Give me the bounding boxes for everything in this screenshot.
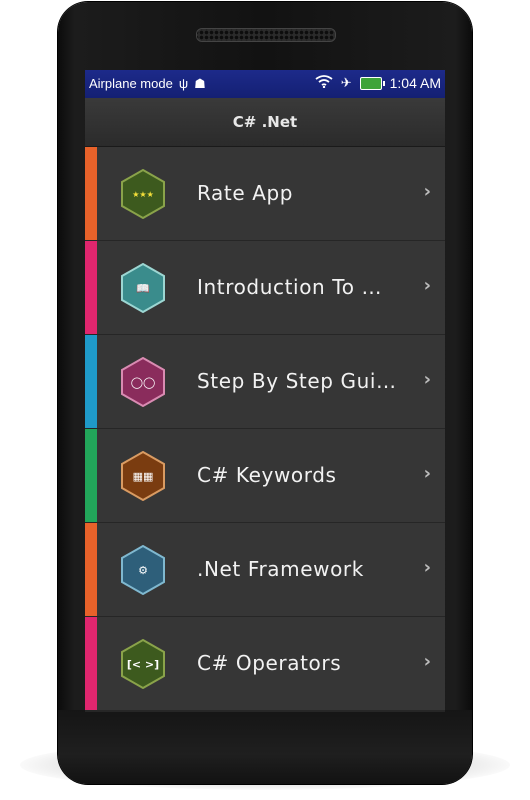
book-icon-glyph: 📖 xyxy=(136,281,150,295)
menu-item-6[interactable]: [< >] C# Operators › xyxy=(85,617,445,711)
chevron-right-icon: › xyxy=(423,369,431,390)
chevron-right-icon: › xyxy=(423,557,431,578)
menu-item-accent-stripe xyxy=(85,429,97,522)
stars-icon: ★★★ xyxy=(118,169,168,219)
status-bar: Airplane mode ψ ☗ ✈ 1:04 AM xyxy=(85,70,445,98)
menu-item-accent-stripe xyxy=(85,335,97,428)
window-settings-icon-glyph: ⚙ xyxy=(138,563,148,577)
app-title: C# .Net xyxy=(232,113,298,131)
menu-item-accent-stripe xyxy=(85,523,97,616)
glasses-icon-glyph: ◯◯ xyxy=(130,375,156,389)
menu-item-4[interactable]: ▦▦ C# Keywords › xyxy=(85,429,445,523)
scrabble-tiles-icon: ▦▦ xyxy=(118,451,168,501)
menu-item-label: Step By Step Gui… xyxy=(197,369,397,393)
menu-item-label: .Net Framework xyxy=(197,557,364,581)
menu-item-accent-stripe xyxy=(85,147,97,240)
menu-item-label: C# Keywords xyxy=(197,463,337,487)
menu-item-accent-stripe xyxy=(85,241,97,334)
menu-list: ★★★ Rate App › 📖 Introduction To … › ◯◯ … xyxy=(85,147,445,711)
app-bar: C# .Net xyxy=(85,98,445,147)
battery-charging-icon xyxy=(359,76,385,90)
chevron-right-icon: › xyxy=(423,181,431,202)
chevron-right-icon: › xyxy=(423,275,431,296)
code-brackets-icon-glyph: [< >] xyxy=(126,657,160,671)
airplane-mode-label: Airplane mode xyxy=(89,76,173,91)
window-settings-icon: ⚙ xyxy=(118,545,168,595)
menu-item-accent-stripe xyxy=(85,617,97,710)
android-icon: ☗ xyxy=(194,75,206,91)
glasses-icon: ◯◯ xyxy=(118,357,168,407)
stars-icon-glyph: ★★★ xyxy=(132,189,154,199)
code-brackets-icon: [< >] xyxy=(118,639,168,689)
status-time: 1:04 AM xyxy=(389,75,441,91)
menu-item-label: Rate App xyxy=(197,181,294,205)
chevron-right-icon: › xyxy=(423,651,431,672)
menu-item-label: Introduction To … xyxy=(197,275,383,299)
scrabble-tiles-icon-glyph: ▦▦ xyxy=(132,469,154,483)
phone-chin xyxy=(58,710,472,784)
app-screen: Airplane mode ψ ☗ ✈ 1:04 AM C# .Net ★★★ … xyxy=(85,70,445,712)
menu-item-5[interactable]: ⚙ .Net Framework › xyxy=(85,523,445,617)
airplane-icon: ✈ xyxy=(340,75,352,90)
menu-item-label: C# Operators xyxy=(197,651,342,675)
menu-item-2[interactable]: 📖 Introduction To … › xyxy=(85,241,445,335)
usb-icon: ψ xyxy=(178,75,189,91)
menu-item-1[interactable]: ★★★ Rate App › xyxy=(85,147,445,241)
menu-item-3[interactable]: ◯◯ Step By Step Gui… › xyxy=(85,335,445,429)
book-icon: 📖 xyxy=(118,263,168,313)
earpiece-speaker xyxy=(196,28,336,42)
wifi-icon xyxy=(315,75,333,91)
chevron-right-icon: › xyxy=(423,463,431,484)
